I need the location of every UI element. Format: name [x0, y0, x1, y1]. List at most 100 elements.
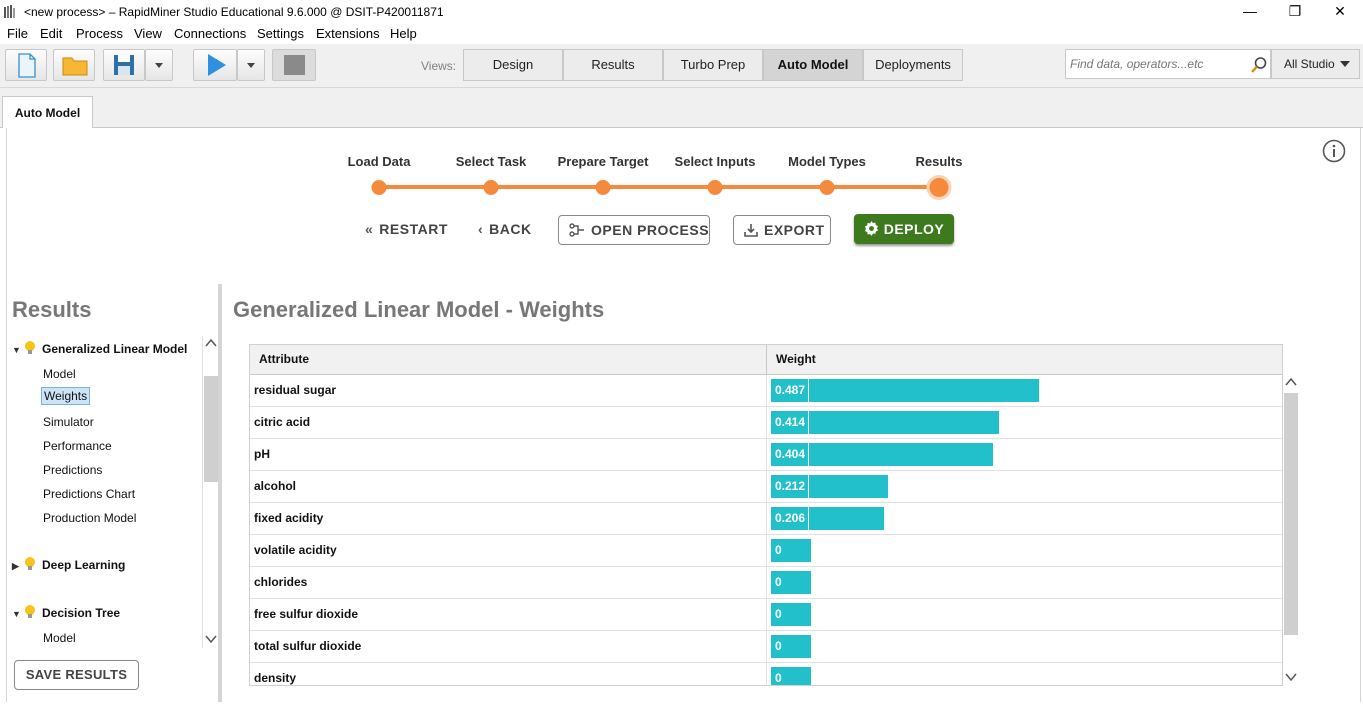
wizard-progress-line	[378, 185, 938, 189]
view-results[interactable]: Results	[563, 49, 663, 81]
save-icon	[114, 55, 134, 75]
tree-item-model[interactable]: Model	[41, 366, 78, 382]
window-title: <new process> – RapidMiner Studio Educat…	[24, 5, 444, 19]
view-design[interactable]: Design	[463, 49, 563, 81]
step-select-task[interactable]: Select Task	[456, 154, 527, 169]
search-input[interactable]	[1070, 57, 1248, 71]
weight-value: 0.206	[775, 511, 806, 525]
back-button[interactable]: ‹ BACK	[478, 215, 532, 245]
weight-cell: 0	[766, 631, 1282, 662]
restore-button[interactable]: ❐	[1272, 0, 1318, 24]
attribute-cell: pH	[254, 447, 270, 461]
tree-item-performance[interactable]: Performance	[41, 438, 114, 454]
tree-group-glm[interactable]: ▼ Generalized Linear Model	[12, 341, 187, 356]
attribute-cell: alcohol	[254, 479, 297, 493]
weight-cell: 0	[766, 567, 1282, 598]
tab-auto-model[interactable]: Auto Model	[2, 96, 93, 128]
step-prepare-target[interactable]: Prepare Target	[558, 154, 649, 169]
save-process-button[interactable]	[103, 49, 145, 81]
lightbulb-icon	[25, 341, 35, 354]
view-turbo-prep[interactable]: Turbo Prep	[663, 49, 763, 81]
table-row[interactable]: fixed acidity 0.206	[250, 503, 1282, 535]
expanded-triangle-icon[interactable]: ▼	[12, 609, 22, 619]
step-dot[interactable]	[707, 180, 723, 195]
menu-view[interactable]: View	[134, 26, 162, 41]
table-row[interactable]: citric acid 0.414	[250, 407, 1282, 439]
menu-settings[interactable]: Settings	[257, 26, 304, 41]
restart-button[interactable]: « RESTART	[365, 215, 448, 245]
close-button[interactable]: ✕	[1317, 0, 1363, 24]
info-icon[interactable]	[1322, 139, 1346, 163]
tree-item-simulator[interactable]: Simulator	[41, 414, 96, 430]
table-row[interactable]: density 0	[250, 663, 1282, 685]
expanded-triangle-icon[interactable]: ▼	[12, 345, 22, 355]
scrollbar-thumb[interactable]	[204, 376, 218, 482]
step-dot[interactable]	[819, 180, 835, 195]
weight-value: 0.212	[775, 479, 806, 493]
export-button[interactable]: EXPORT	[733, 215, 831, 245]
attribute-cell: total sulfur dioxide	[254, 639, 362, 653]
results-tree: ▼ Generalized Linear Model Model Weights …	[10, 336, 200, 648]
run-dropdown-button[interactable]	[237, 49, 265, 81]
save-dropdown-button[interactable]	[145, 49, 173, 81]
open-process-wizard-button[interactable]: OPEN PROCESS	[558, 215, 710, 245]
table-row[interactable]: chlorides 0	[250, 567, 1282, 599]
stop-process-button[interactable]	[272, 49, 316, 81]
open-process-button[interactable]	[53, 49, 95, 81]
tree-item-production-model[interactable]: Production Model	[41, 510, 138, 526]
scrollbar-thumb[interactable]	[1284, 393, 1298, 635]
weight-cell: 0.414	[766, 407, 1282, 438]
collapsed-triangle-icon[interactable]: ▶	[12, 561, 22, 572]
menu-extensions[interactable]: Extensions	[316, 26, 380, 41]
bar-divider	[808, 379, 809, 402]
tree-item-predictions[interactable]: Predictions	[41, 462, 104, 478]
step-dot[interactable]	[371, 180, 387, 195]
table-scrollbar[interactable]	[1283, 375, 1299, 686]
table-row[interactable]: free sulfur dioxide 0	[250, 599, 1282, 631]
step-dot-current[interactable]	[929, 178, 949, 197]
new-process-button[interactable]	[5, 49, 47, 81]
deploy-button[interactable]: DEPLOY	[854, 214, 954, 244]
run-process-button[interactable]	[193, 49, 237, 81]
step-dot[interactable]	[483, 180, 499, 195]
rapidminer-logo-icon	[4, 5, 15, 18]
chevron-down-icon[interactable]	[205, 634, 217, 644]
step-results[interactable]: Results	[916, 154, 963, 169]
minimize-button[interactable]: —	[1227, 0, 1273, 24]
table-row[interactable]: total sulfur dioxide 0	[250, 631, 1282, 663]
step-dot[interactable]	[595, 180, 611, 195]
table-row[interactable]: residual sugar 0.487	[250, 375, 1282, 407]
save-results-button[interactable]: SAVE RESULTS	[14, 660, 139, 690]
menu-process[interactable]: Process	[76, 26, 123, 41]
column-header-attribute[interactable]: Attribute	[250, 345, 766, 374]
chevron-down-icon[interactable]	[1285, 672, 1297, 682]
step-model-types[interactable]: Model Types	[788, 154, 866, 169]
weight-cell: 0.487	[766, 375, 1282, 406]
table-row[interactable]: volatile acidity 0	[250, 535, 1282, 567]
search-scope-dropdown[interactable]: All Studio	[1271, 49, 1360, 79]
tree-item-model[interactable]: Model	[41, 630, 78, 646]
column-header-weight[interactable]: Weight	[766, 345, 1282, 374]
view-deployments[interactable]: Deployments	[863, 49, 963, 81]
table-row[interactable]: alcohol 0.212	[250, 471, 1282, 503]
results-tree-scrollbar[interactable]	[202, 336, 218, 648]
tree-item-weights[interactable]: Weights	[41, 387, 91, 405]
tree-group-decision-tree[interactable]: ▼ Decision Tree	[12, 605, 120, 620]
menu-help[interactable]: Help	[390, 26, 417, 41]
table-row[interactable]: pH 0.404	[250, 439, 1282, 471]
view-auto-model[interactable]: Auto Model	[763, 49, 863, 81]
chevron-up-icon[interactable]	[1285, 377, 1297, 387]
chevron-left-icon: ‹	[478, 221, 484, 237]
chevron-up-icon[interactable]	[205, 338, 217, 348]
toolbar: Views: Design Results Turbo Prep Auto Mo…	[0, 44, 1363, 88]
step-load-data[interactable]: Load Data	[348, 154, 411, 169]
search-icon[interactable]	[1250, 56, 1268, 74]
step-select-inputs[interactable]: Select Inputs	[675, 154, 756, 169]
menu-edit[interactable]: Edit	[40, 26, 62, 41]
weight-cell: 0.206	[766, 503, 1282, 534]
panel-splitter[interactable]	[218, 284, 222, 702]
tree-group-deep-learning[interactable]: ▶ Deep Learning	[12, 557, 125, 572]
menu-connections[interactable]: Connections	[174, 26, 246, 41]
tree-item-predictions-chart[interactable]: Predictions Chart	[41, 486, 137, 502]
menu-file[interactable]: File	[7, 26, 28, 41]
